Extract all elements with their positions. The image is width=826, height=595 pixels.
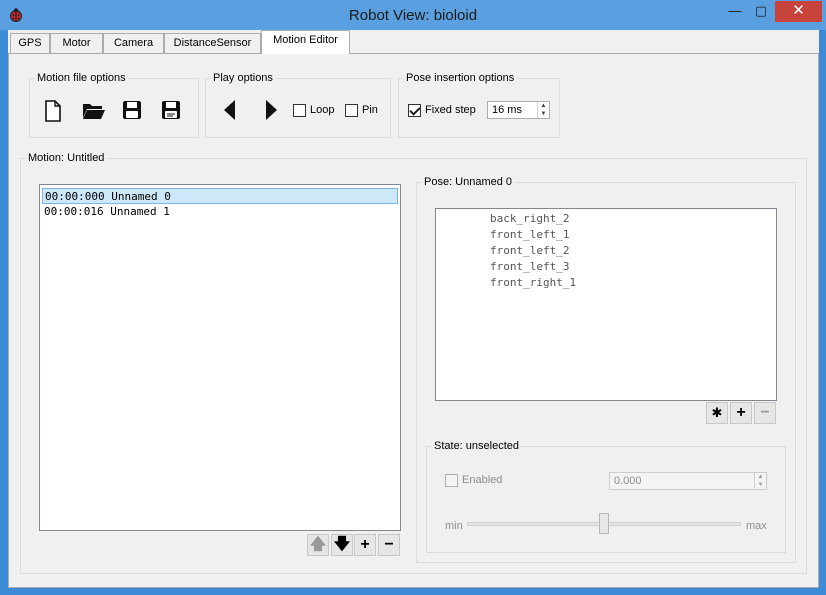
pose-title: Pose: Unnamed 0	[422, 176, 515, 188]
add-pose-button[interactable]: +	[354, 534, 376, 556]
pin-label: Pin	[362, 104, 378, 116]
state-spin-arrows-icon[interactable]: ▲ ▼	[754, 473, 766, 489]
spin-arrows-icon[interactable]: ▲ ▼	[537, 102, 549, 118]
state-slider-handle[interactable]	[599, 513, 609, 534]
motion-pose-row[interactable]: 00:00:000 Unnamed 0	[42, 188, 398, 204]
min-label: min	[445, 520, 463, 532]
state-group	[426, 446, 786, 553]
new-file-icon[interactable]	[44, 100, 62, 122]
motion-pose-list[interactable]: 00:00:000 Unnamed 0 00:00:016 Unnamed 1	[39, 184, 401, 531]
maximize-button[interactable]: ▢	[748, 1, 774, 22]
step-value: 16 ms	[492, 104, 522, 116]
client-area: GPS Motor Camera DistanceSensor Motion E…	[8, 30, 819, 588]
motion-pose-row[interactable]: 00:00:016 Unnamed 1	[42, 204, 398, 220]
remove-device-button[interactable]: −	[754, 402, 776, 424]
asterisk-button[interactable]: ✱	[706, 402, 728, 424]
state-title: State: unselected	[432, 440, 522, 452]
play-forward-icon[interactable]	[265, 100, 277, 120]
pose-device-row[interactable]: front_left_1	[438, 227, 774, 243]
pose-insertion-options-title: Pose insertion options	[404, 72, 517, 84]
window-title: Robot View: bioloid	[348, 7, 478, 24]
close-button[interactable]: ✕	[775, 1, 822, 22]
fixed-step-checkbox[interactable]	[408, 104, 421, 117]
save-as-icon[interactable]	[161, 100, 181, 120]
save-icon[interactable]	[122, 100, 142, 120]
state-value: 0.000	[614, 475, 642, 487]
add-device-button[interactable]: +	[730, 402, 752, 424]
enabled-checkbox[interactable]	[445, 474, 458, 487]
tab-camera[interactable]: Camera	[103, 33, 164, 53]
pose-device-row[interactable]: front_left_3	[438, 259, 774, 275]
enabled-label: Enabled	[462, 474, 503, 486]
tab-distance-sensor[interactable]: DistanceSensor	[164, 33, 261, 53]
pin-checkbox[interactable]	[345, 104, 358, 117]
move-down-button[interactable]: 🡇	[331, 534, 353, 556]
pose-device-list[interactable]: back_right_2 front_left_1 front_left_2 fron…	[435, 208, 777, 401]
fixed-step-label: Fixed step	[425, 104, 476, 116]
open-folder-icon[interactable]	[82, 102, 106, 120]
state-value-spinbox[interactable]: 0.000 ▲ ▼	[609, 472, 767, 490]
motion-title: Motion: Untitled	[26, 152, 107, 164]
play-options-title: Play options	[211, 72, 275, 84]
tab-motion-editor[interactable]: Motion Editor	[261, 30, 350, 54]
motion-file-options-title: Motion file options	[35, 72, 128, 84]
tab-gps[interactable]: GPS	[10, 33, 50, 53]
loop-label: Loop	[310, 104, 335, 116]
move-up-button[interactable]: 🡅	[307, 534, 329, 556]
motion-editor-panel: Motion file options Play options Loop Pi…	[8, 53, 819, 588]
step-spinbox[interactable]: 16 ms ▲ ▼	[487, 101, 550, 119]
pose-device-row[interactable]: front_right_1	[438, 275, 774, 291]
pose-device-row[interactable]: back_right_2	[438, 211, 774, 227]
tab-motor[interactable]: Motor	[50, 33, 103, 53]
play-backward-icon[interactable]	[224, 100, 236, 120]
loop-checkbox[interactable]	[293, 104, 306, 117]
pose-device-row[interactable]: front_left_2	[438, 243, 774, 259]
remove-pose-button[interactable]: −	[378, 534, 400, 556]
max-label: max	[746, 520, 767, 532]
minimize-button[interactable]: —	[722, 1, 748, 22]
